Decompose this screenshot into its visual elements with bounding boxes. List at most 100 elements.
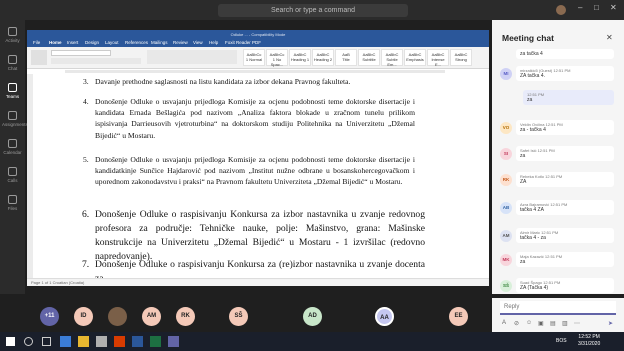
- tab-home[interactable]: Home: [49, 40, 62, 45]
- more-participants-badge[interactable]: +11: [40, 307, 59, 326]
- shared-word-window: Odluke ... - Compatibility Mode File Hom…: [27, 30, 489, 286]
- app-rail: Activity Chat Teams Assignments Calendar…: [0, 20, 28, 332]
- chat-message: Safet Isić 12:51 PM za: [516, 146, 614, 161]
- compose-area: Reply A ⊘ ☺ ▣ ▤ ▥ ⋯ ➤: [492, 298, 624, 332]
- tab-design[interactable]: Design: [85, 40, 99, 45]
- vertical-ruler: [27, 74, 33, 278]
- active-speaker-avatar[interactable]: AA: [375, 307, 394, 326]
- style-emphasis[interactable]: AaBbC Emphasis: [404, 49, 426, 66]
- word-icon[interactable]: [132, 336, 143, 347]
- participant-avatar[interactable]: AD: [303, 307, 322, 326]
- avatar: VO: [500, 122, 512, 134]
- minimize-icon[interactable]: –: [578, 3, 582, 12]
- tab-insert[interactable]: Insert: [67, 40, 78, 45]
- assignments-icon: [8, 111, 17, 120]
- style-strong[interactable]: AaBbC Strong: [450, 49, 472, 66]
- rail-chat[interactable]: Chat: [2, 52, 23, 78]
- app-icon[interactable]: [114, 336, 125, 347]
- maximize-icon[interactable]: □: [594, 3, 599, 12]
- participant-avatar[interactable]: AM: [142, 307, 161, 326]
- participant-avatar[interactable]: SŠ: [229, 307, 248, 326]
- tab-review[interactable]: Review: [173, 40, 188, 45]
- style-subtitle[interactable]: AaBbC Subtitle: [358, 49, 380, 66]
- search-icon[interactable]: [24, 337, 33, 346]
- attach-icon[interactable]: ⊘: [514, 320, 519, 327]
- style-subtle-emphasis[interactable]: AaBbC Subtle Em...: [381, 49, 403, 67]
- document-page[interactable]: 3. Davanje prethodne saglasnosti na listu…: [65, 74, 445, 284]
- language-indicator[interactable]: BOS: [556, 338, 567, 344]
- calendar-icon: [8, 139, 17, 148]
- close-icon[interactable]: ✕: [606, 33, 613, 42]
- phone-icon: [8, 167, 17, 176]
- teams-app-icon[interactable]: [168, 336, 179, 347]
- avatar: MK: [500, 254, 512, 266]
- avatar: SI: [500, 148, 512, 160]
- tab-foxit[interactable]: Foxit Reader PDF: [225, 40, 261, 45]
- word-title: Odluke ... - Compatibility Mode: [27, 30, 489, 39]
- participant-avatar[interactable]: RK: [176, 307, 195, 326]
- more-icon[interactable]: ⋯: [574, 320, 580, 327]
- format-icon[interactable]: A: [502, 320, 506, 326]
- teams-icon: [8, 83, 17, 92]
- style-heading-1[interactable]: AaBbC Heading 1: [289, 49, 311, 66]
- chat-message-list[interactable]: za tačka 4 MI mirzaikic5 (Guest) 12:51 P…: [492, 48, 624, 298]
- horizontal-ruler: [65, 70, 445, 73]
- agenda-item: 3. Davanje prethodne saglasnosti na listu…: [83, 77, 351, 86]
- rail-calendar[interactable]: Calendar: [2, 136, 23, 162]
- paste-icon[interactable]: [31, 50, 47, 65]
- chat-message: Almir Maric 12:51 PM tačka 4 - za: [516, 228, 614, 243]
- chat-message: Veldin Ovčina 12:51 PM za - tačka 4: [516, 120, 614, 135]
- browser-icon[interactable]: [60, 336, 71, 347]
- send-icon[interactable]: ➤: [608, 320, 613, 327]
- rail-activity[interactable]: Activity: [2, 24, 23, 50]
- avatar: AB: [500, 202, 512, 214]
- windows-start-icon[interactable]: [6, 337, 15, 346]
- rail-teams[interactable]: Teams: [2, 80, 23, 106]
- sticker-icon[interactable]: ▤: [550, 320, 556, 327]
- rail-assignments[interactable]: Assignments: [2, 108, 28, 134]
- chat-message-own: 12:51 PM za: [523, 90, 614, 105]
- agenda-item: 5. Donošenje Odluke o usvajanju prijedlog…: [83, 155, 415, 187]
- paragraph-tools[interactable]: [147, 50, 237, 64]
- participant-avatar[interactable]: EE: [449, 307, 468, 326]
- store-icon[interactable]: [96, 336, 107, 347]
- gif-icon[interactable]: ▣: [538, 320, 544, 327]
- task-view-icon[interactable]: [42, 337, 51, 346]
- chat-message: Rebeka Kotlo 12:51 PM ZA: [516, 172, 614, 187]
- clock[interactable]: 12:52 PM 3/31/2020: [578, 334, 600, 348]
- style-normal[interactable]: AaBbCc 1 Normal: [243, 49, 265, 66]
- participant-avatar[interactable]: [108, 307, 127, 326]
- chat-message: Suad Špago 12:51 PM ZA (Tačka 4): [516, 278, 614, 293]
- agenda-item: 6. Donošenje Odluke o raspisivanju Konkur…: [82, 209, 425, 262]
- tab-layout[interactable]: Layout: [105, 40, 119, 45]
- chat-message: Azra Bajramović 12:51 PM tačka 4 ZA: [516, 200, 614, 215]
- excel-icon[interactable]: [150, 336, 161, 347]
- close-icon[interactable]: ✕: [610, 3, 617, 12]
- font-formatting-tools[interactable]: [51, 58, 141, 64]
- tab-view[interactable]: View: [193, 40, 203, 45]
- tab-mailings[interactable]: Mailings: [151, 40, 168, 45]
- taskbar: BOS: [0, 332, 624, 351]
- style-intense-emphasis[interactable]: AaBbC Intense E...: [427, 49, 449, 67]
- style-title[interactable]: AaB Title: [335, 49, 357, 66]
- participant-avatar[interactable]: ID: [74, 307, 93, 326]
- tab-file[interactable]: File: [33, 40, 40, 45]
- avatar: RK: [500, 174, 512, 186]
- avatar[interactable]: [556, 5, 566, 15]
- agenda-item: 4. Donošenje Odluke o usvajanju prijedlog…: [83, 97, 415, 140]
- style-heading-2[interactable]: AaBbC Heading 2: [312, 49, 334, 66]
- rail-calls[interactable]: Calls: [2, 164, 23, 190]
- word-status-bar: Page 1 of 1 Croatian (Croatia): [27, 278, 489, 286]
- reply-input[interactable]: Reply: [500, 301, 616, 315]
- tab-references[interactable]: References: [125, 40, 148, 45]
- ribbon-tabs: File Home Insert Design Layout Reference…: [27, 39, 489, 47]
- search-input[interactable]: Search or type a command: [218, 4, 408, 17]
- emoji-icon[interactable]: ☺: [526, 320, 532, 326]
- font-name-select[interactable]: [51, 50, 111, 56]
- style-no-spacing[interactable]: AaBbCc 1 No Spac...: [266, 49, 288, 67]
- meet-icon[interactable]: ▥: [562, 320, 568, 327]
- chat-message: za tačka 4: [516, 49, 614, 59]
- rail-files[interactable]: Files: [2, 192, 23, 218]
- tab-help[interactable]: Help: [209, 40, 218, 45]
- file-explorer-icon[interactable]: [78, 336, 89, 347]
